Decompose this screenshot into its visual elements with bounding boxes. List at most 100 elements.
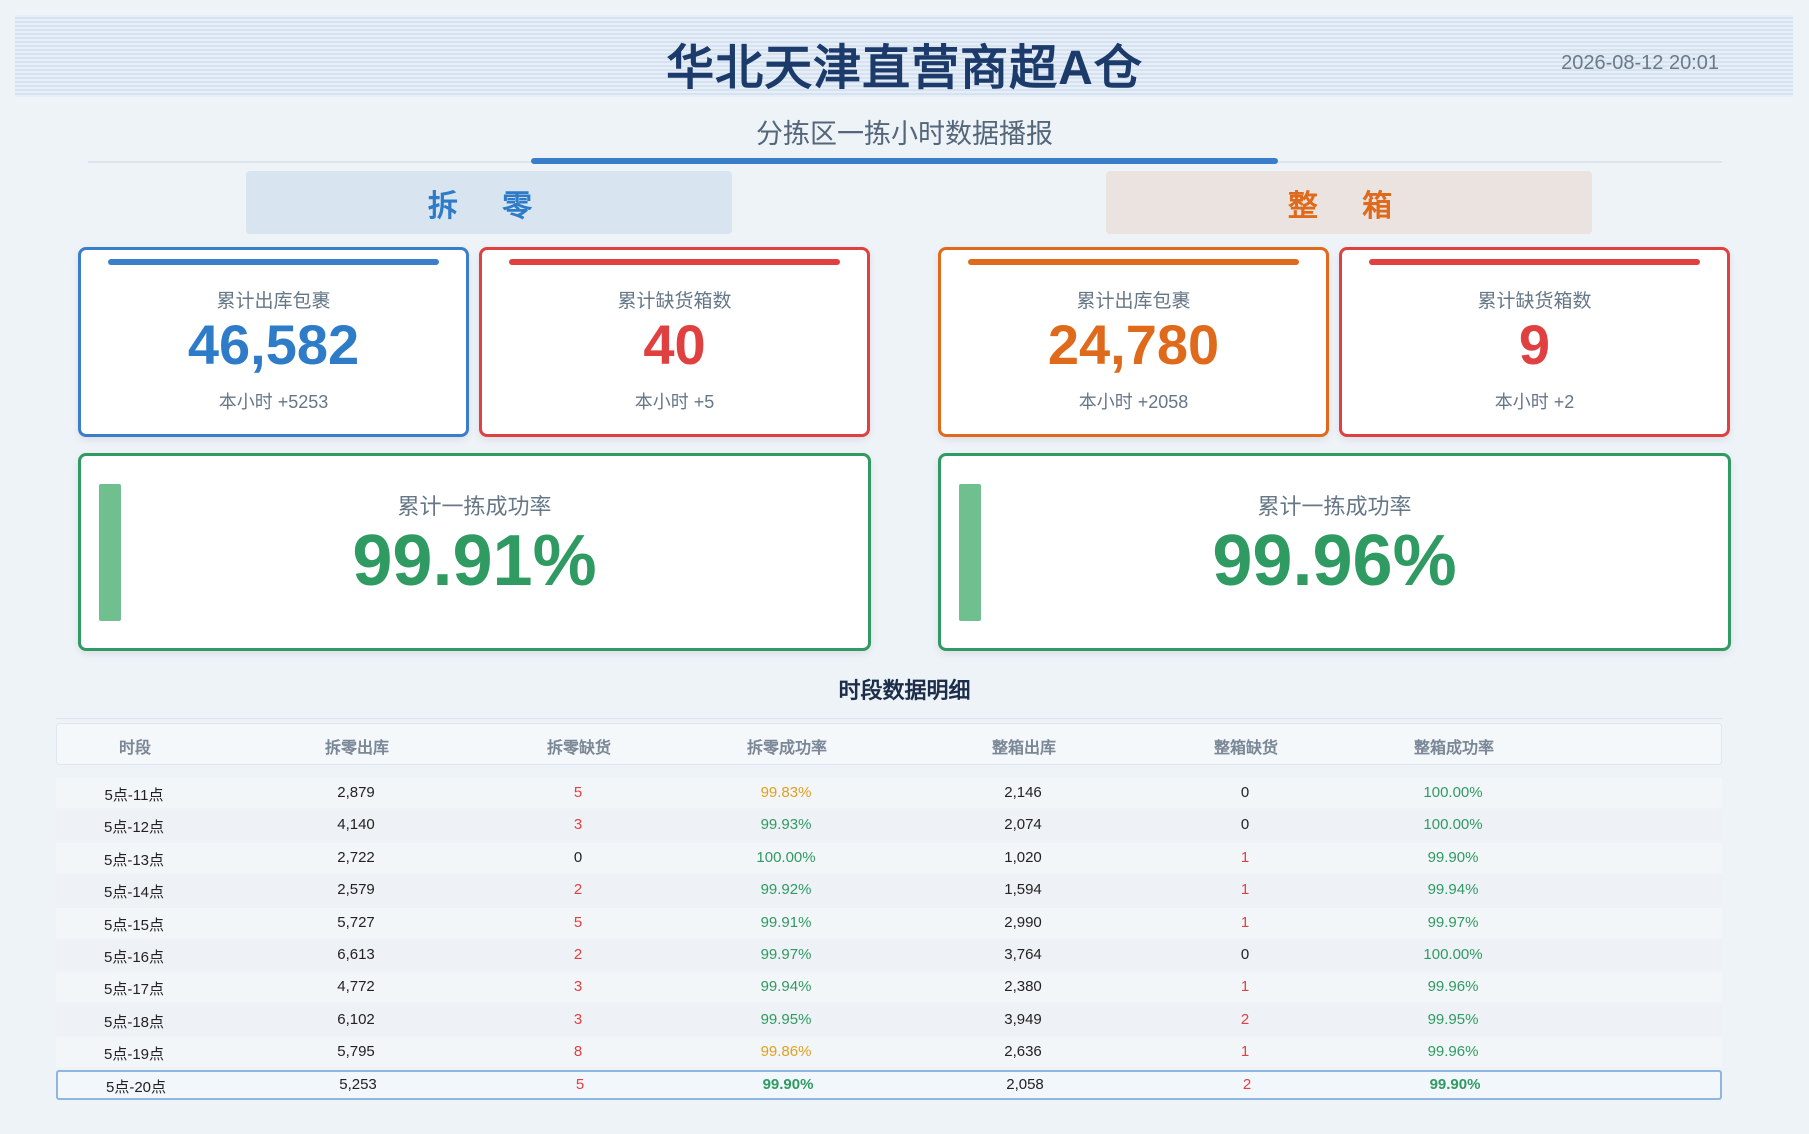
card-value: 9: [1518, 313, 1551, 376]
split-out-cell: 4,772: [337, 978, 375, 996]
split-rate-cell: 100.00%: [756, 848, 816, 866]
box-out-cell: 2,990: [1004, 913, 1042, 931]
box-short-cell: 1: [1240, 913, 1250, 931]
box-rate-cell: 100.00%: [1423, 816, 1483, 834]
card-label: 累计缺货箱数: [617, 291, 732, 312]
subtitle-accent-bar: [531, 158, 1278, 164]
split-rate-cell: 99.93%: [760, 816, 812, 834]
period-cell: 5点-12点: [103, 819, 165, 837]
box-short-cell: 1: [1240, 881, 1250, 899]
box-out-cell: 3,764: [1004, 946, 1042, 963]
box-outbound-card: 累计出库包裹 24,780 本小时 +2058: [938, 247, 1329, 437]
table-row: 5点-11点 2,879 5 99.83% 2,146 0 100.00%: [56, 778, 1722, 808]
table-row: 5点-16点 6,613 2 99.97% 3,764 0 100.00%: [56, 940, 1722, 970]
split-short-cell: 0: [573, 848, 583, 866]
card-value: 24,780: [1047, 313, 1220, 376]
period-cell: 5点-17点: [103, 981, 165, 999]
split-out-cell: 5,727: [337, 913, 375, 931]
box-out-cell: 2,380: [1004, 978, 1042, 996]
period-cell: 5点-19点: [103, 1046, 165, 1064]
period-cell: 5点-15点: [103, 916, 165, 934]
card-value: 40: [643, 313, 706, 376]
column-header: 整箱出库: [991, 740, 1057, 757]
period-cell: 5点-16点: [103, 949, 165, 966]
section-box-heading: 整 箱: [1106, 171, 1592, 234]
box-rate-cell: 99.90%: [1429, 1075, 1481, 1093]
box-short-cell: 0: [1240, 946, 1250, 963]
split-rate-cell: 99.94%: [760, 978, 812, 996]
split-success-rate-card: 累计一拣成功率 99.91%: [78, 453, 871, 651]
table-row: 5点-19点 5,795 8 99.86% 2,636 1 99.96%: [56, 1037, 1722, 1068]
split-out-cell: 2,722: [337, 848, 375, 866]
box-short-cell: 0: [1240, 784, 1250, 801]
period-cell: 5点-20点: [105, 1078, 167, 1096]
column-header: 拆零缺货: [546, 740, 612, 757]
table-header: 时段 拆零出库 拆零缺货 拆零成功率 整箱出库 整箱缺货 整箱成功率: [56, 723, 1722, 765]
card-label: 累计出库包裹: [216, 291, 331, 312]
box-rate-cell: 100.00%: [1423, 946, 1483, 963]
card-label: 累计一拣成功率: [397, 494, 552, 519]
table-title-divider: [56, 718, 1722, 719]
box-rate-cell: 99.96%: [1427, 978, 1479, 996]
period-cell: 5点-14点: [103, 884, 165, 902]
card-accent-bar: [968, 259, 1299, 265]
split-outbound-card: 累计出库包裹 46,582 本小时 +5253: [78, 247, 469, 437]
table-row: 5点-20点 5,253 5 99.90% 2,058 2 99.90%: [56, 1069, 1722, 1100]
split-rate-cell: 99.95%: [760, 1010, 812, 1028]
split-short-cell: 3: [573, 978, 583, 996]
split-out-cell: 6,102: [337, 1010, 375, 1028]
split-short-cell: 2: [573, 946, 583, 963]
period-cell: 5点-18点: [103, 1013, 165, 1031]
box-rate-cell: 99.90%: [1427, 848, 1479, 866]
split-short-cell: 5: [575, 1075, 585, 1093]
split-short-cell: 3: [573, 1010, 583, 1028]
page-title: 华北天津直营商超A仓: [666, 42, 1143, 95]
period-cell: 5点-13点: [103, 851, 165, 869]
card-accent-bar: [509, 259, 840, 265]
column-header: 拆零出库: [324, 740, 390, 757]
split-rate-cell: 99.90%: [762, 1075, 814, 1093]
card-label: 累计缺货箱数: [1477, 291, 1592, 312]
card-value: 99.96%: [1212, 521, 1457, 601]
box-rate-cell: 100.00%: [1423, 784, 1483, 801]
card-value: 99.91%: [352, 521, 597, 601]
column-header: 拆零成功率: [746, 740, 828, 757]
card-accent-bar: [108, 259, 439, 265]
column-header: 时段: [118, 740, 152, 757]
split-out-cell: 5,253: [339, 1075, 377, 1093]
box-out-cell: 2,146: [1004, 784, 1042, 801]
period-cell: 5点-11点: [104, 787, 164, 804]
split-out-cell: 2,579: [337, 881, 375, 899]
page-subtitle: 分拣区一拣小时数据播报: [756, 119, 1053, 149]
card-label: 累计出库包裹: [1076, 291, 1191, 312]
split-out-cell: 2,879: [337, 784, 375, 801]
split-short-cell: 5: [573, 784, 583, 801]
box-short-cell: 1: [1240, 848, 1250, 866]
split-out-cell: 4,140: [337, 816, 375, 834]
table-title: 时段数据明细: [838, 678, 971, 703]
table-row: 5点-12点 4,140 3 99.93% 2,074 0 100.00%: [56, 810, 1722, 841]
box-rate-cell: 99.97%: [1427, 913, 1479, 931]
column-header: 整箱缺货: [1213, 740, 1279, 757]
box-short-cell: 2: [1242, 1075, 1252, 1093]
split-out-cell: 6,613: [337, 946, 375, 963]
section-split-heading: 拆 零: [246, 171, 732, 234]
card-delta: 本小时 +5253: [218, 392, 329, 412]
box-shortage-card: 累计缺货箱数 9 本小时 +2: [1339, 247, 1730, 437]
card-accent-bar: [1369, 259, 1700, 265]
split-rate-cell: 99.91%: [760, 913, 812, 931]
split-short-cell: 3: [573, 816, 583, 834]
box-out-cell: 1,594: [1004, 881, 1042, 899]
split-rate-cell: 99.97%: [760, 946, 812, 963]
table-row: 5点-15点 5,727 5 99.91% 2,990 1 99.97%: [56, 907, 1722, 938]
card-delta: 本小时 +2058: [1078, 392, 1189, 412]
card-label: 累计一拣成功率: [1257, 494, 1412, 519]
split-rate-cell: 99.92%: [760, 881, 812, 899]
card-delta: 本小时 +5: [634, 392, 715, 412]
split-shortage-card: 累计缺货箱数 40 本小时 +5: [479, 247, 870, 437]
box-short-cell: 2: [1240, 1010, 1250, 1028]
split-short-cell: 2: [573, 881, 583, 899]
column-header: 整箱成功率: [1413, 740, 1495, 757]
table-row: 5点-14点 2,579 2 99.92% 1,594 1 99.94%: [56, 875, 1722, 906]
card-value: 46,582: [187, 313, 360, 376]
